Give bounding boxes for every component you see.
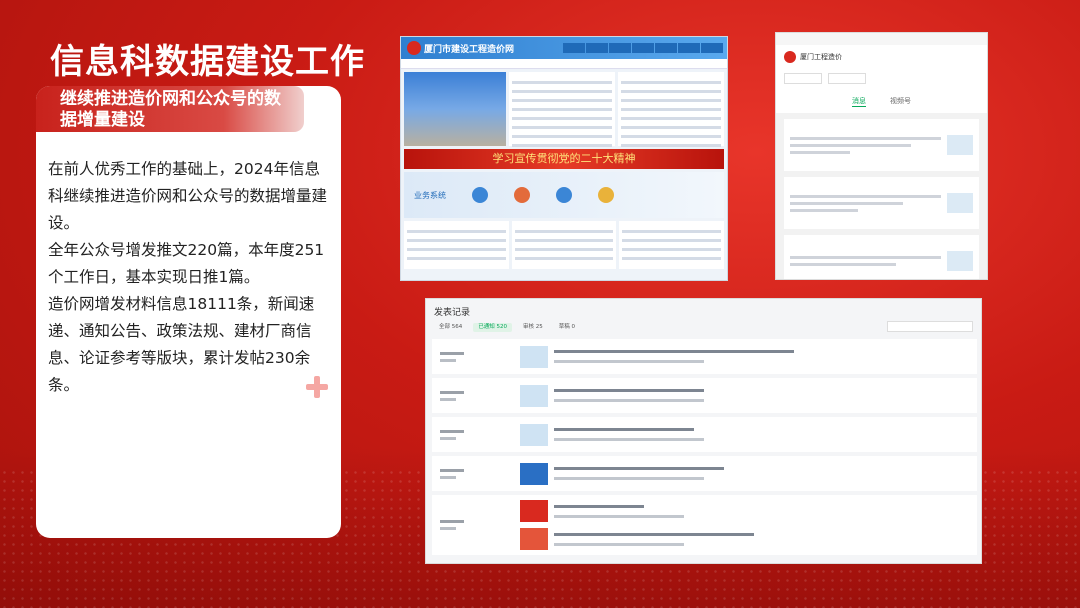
table-row — [432, 456, 977, 491]
site-nav — [563, 43, 727, 53]
tab-messages: 消息 — [852, 97, 866, 107]
publish-records-screenshot: 发表记录 全部 564 已通知 520 审核 25 草稿 0 — [425, 298, 982, 564]
system-icon — [514, 187, 530, 203]
body-text: 在前人优秀工作的基础上，2024年信息科继续推进造价网和公众号的数据增量建设。 … — [48, 156, 330, 399]
subtitle-bar: 继续推进造价网和公众号的数据增量建设 — [36, 86, 304, 132]
business-system-label: 业务系统 — [414, 190, 446, 200]
list-item — [784, 235, 979, 279]
window-titlebar — [776, 33, 987, 45]
table-row — [432, 378, 977, 413]
records-filters: 全部 564 已通知 520 审核 25 草稿 0 — [434, 323, 580, 332]
records-title: 发表记录 — [434, 308, 471, 318]
system-icon — [598, 187, 614, 203]
paragraph-1: 在前人优秀工作的基础上，2024年信息科继续推进造价网和公众号的数据增量建设。 — [48, 160, 328, 232]
news-list — [509, 72, 615, 147]
tab-channels: 视频号 — [890, 97, 911, 105]
records-list — [432, 339, 977, 559]
price-table — [619, 221, 725, 269]
article-list — [776, 113, 987, 279]
news-photo — [404, 72, 506, 146]
table-row — [432, 495, 977, 555]
site-logo-icon — [407, 41, 421, 55]
price-table — [404, 221, 509, 269]
filter-notified: 已通知 520 — [473, 323, 512, 332]
notice-list — [618, 72, 724, 147]
site-tables — [401, 221, 727, 269]
party-banner: 学习宣传贯彻党的二十大精神 — [404, 149, 724, 169]
paragraph-3: 造价网增发材料信息18111条，新闻速递、通知公告、政策法规、建材厂商信息、论证… — [48, 295, 315, 394]
site-name: 厦门市建设工程造价网 — [424, 44, 515, 55]
records-search-input — [887, 321, 973, 332]
official-account-screenshot: 厦门工程造价 消息 视频号 — [775, 32, 988, 280]
system-icon — [556, 187, 572, 203]
account-header: 厦门工程造价 — [776, 45, 987, 63]
list-item — [784, 119, 979, 171]
account-avatar — [784, 51, 796, 63]
site-ticker — [401, 59, 727, 69]
system-icon — [472, 187, 488, 203]
paragraph-2: 全年公众号增发推文220篇，本年度251个工作日，基本实现日推1篇。 — [48, 241, 325, 286]
price-table — [511, 221, 617, 269]
website-screenshot: 厦门市建设工程造价网 学习宣传贯彻党的二十大精神 业务系统 — [400, 36, 728, 281]
filter-draft: 草稿 0 — [558, 324, 575, 330]
table-row — [432, 417, 977, 452]
table-row — [432, 339, 977, 374]
business-system-bar: 业务系统 — [404, 172, 724, 218]
slide-title: 信息科数据建设工作 — [50, 42, 365, 82]
account-tabs: 消息 视频号 — [776, 90, 987, 107]
filter-review: 审核 25 — [523, 324, 543, 330]
website-header: 厦门市建设工程造价网 — [401, 37, 727, 59]
account-buttons — [776, 63, 987, 90]
site-news-row — [401, 69, 727, 149]
filter-all: 全部 564 — [439, 324, 463, 330]
plus-decoration-icon — [306, 376, 328, 398]
account-name: 厦门工程造价 — [800, 53, 842, 61]
list-item — [784, 177, 979, 229]
